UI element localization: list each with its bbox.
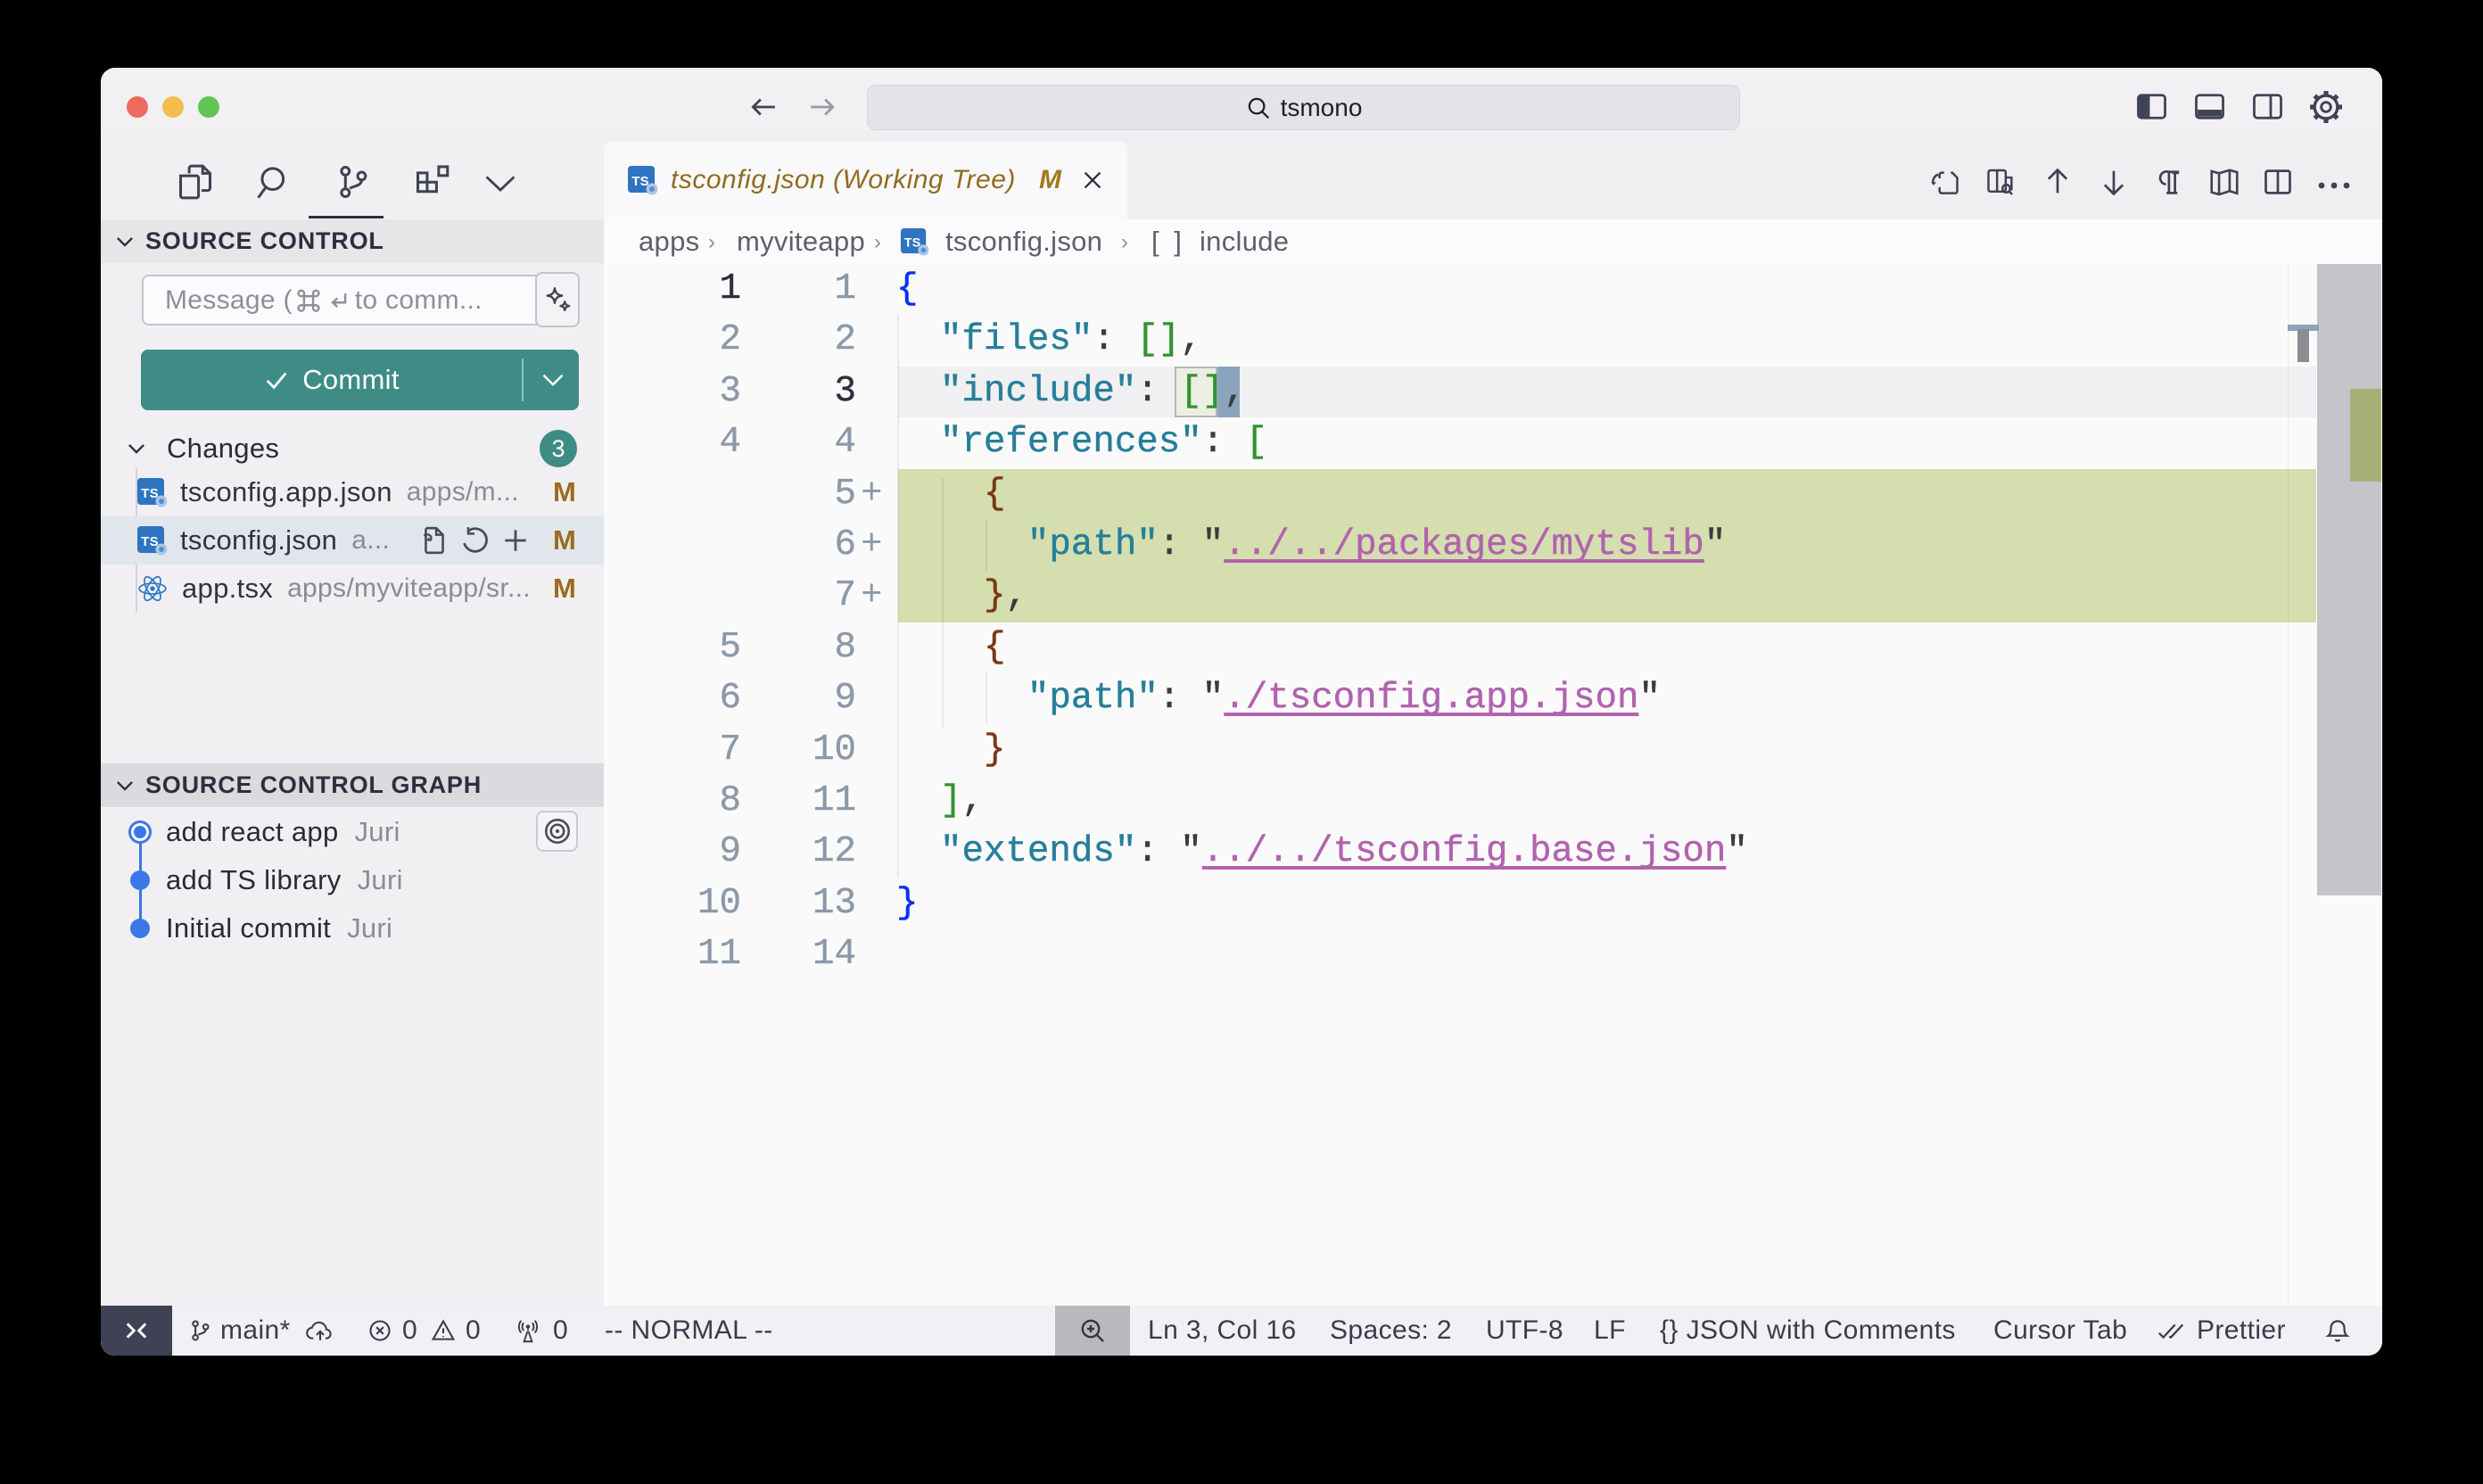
svg-text:TS: TS — [904, 235, 921, 250]
svg-text:TS: TS — [141, 534, 159, 549]
svg-text:TS: TS — [141, 486, 159, 501]
svg-text:TS: TS — [631, 174, 648, 189]
